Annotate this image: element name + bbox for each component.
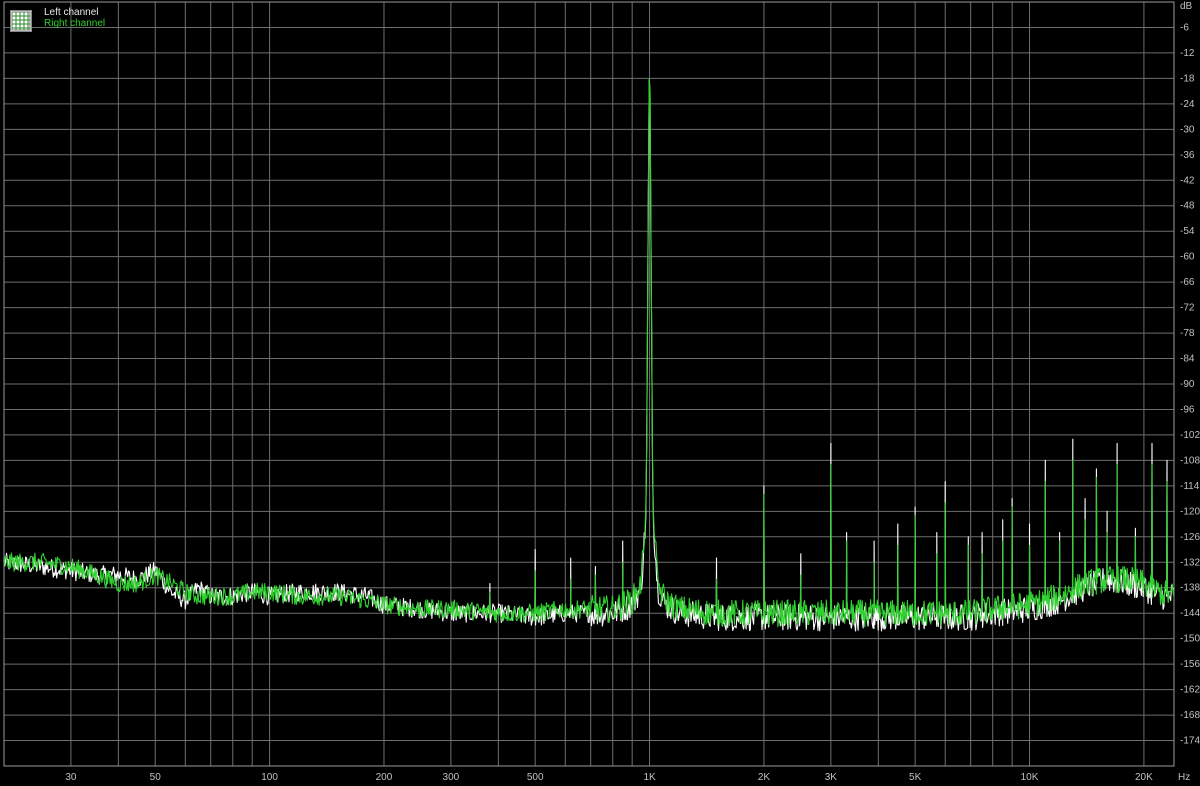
legend-entries: Left channel Right channel xyxy=(44,7,105,29)
x-tick-label: 200 xyxy=(376,772,393,783)
spectrum-chart: -6 -12 -18 -24 -30 -36 -42 -48 -54 -60 -66 -72 -78 -8… xyxy=(0,0,1200,786)
y-tick-label: -54 xyxy=(1180,226,1195,237)
y-tick-label: -108 xyxy=(1180,455,1200,466)
x-tick-label: 10K xyxy=(1021,772,1039,783)
x-tick-label: 2K xyxy=(758,772,771,783)
y-tick-label: -96 xyxy=(1180,404,1195,415)
y-tick-label: -66 xyxy=(1180,277,1195,288)
y-tick-label: -144 xyxy=(1180,608,1200,619)
y-tick-label: -18 xyxy=(1180,73,1195,84)
y-tick-label: -156 xyxy=(1180,659,1200,670)
y-tick-label: -24 xyxy=(1180,99,1195,110)
x-tick-label: 100 xyxy=(261,772,278,783)
y-tick-label: -162 xyxy=(1180,685,1200,696)
y-unit-label: dB xyxy=(1180,1,1193,12)
y-tick-label: -114 xyxy=(1180,481,1200,492)
y-tick-label: -72 xyxy=(1180,303,1195,314)
y-tick-label: -138 xyxy=(1180,583,1200,594)
y-tick-label: -120 xyxy=(1180,506,1200,517)
x-unit-label: Hz xyxy=(1178,772,1190,783)
legend-grid-icon xyxy=(10,10,32,32)
y-tick-label: -42 xyxy=(1180,175,1195,186)
x-tick-label: 30 xyxy=(65,772,77,783)
y-tick-label: -174 xyxy=(1180,736,1200,747)
y-tick-label: -102 xyxy=(1180,430,1200,441)
x-tick-label: 500 xyxy=(527,772,544,783)
y-tick-label: -126 xyxy=(1180,532,1200,543)
y-tick-label: -168 xyxy=(1180,710,1200,721)
x-tick-label: 300 xyxy=(443,772,460,783)
x-tick-label: 1K xyxy=(643,772,656,783)
y-tick-label: -132 xyxy=(1180,557,1200,568)
y-tick-label: -48 xyxy=(1180,201,1195,212)
legend-entry-left: Left channel xyxy=(44,7,99,18)
y-tick-label: -90 xyxy=(1180,379,1195,390)
x-tick-label: 5K xyxy=(909,772,922,783)
y-tick-label: -30 xyxy=(1180,124,1195,135)
y-tick-label: -78 xyxy=(1180,328,1195,339)
x-tick-label: 3K xyxy=(825,772,838,783)
y-tick-label: -36 xyxy=(1180,150,1195,161)
x-tick-label: 50 xyxy=(150,772,162,783)
y-tick-label: -12 xyxy=(1180,48,1195,59)
y-tick-label: -6 xyxy=(1180,22,1189,33)
legend-entry-right: Right channel xyxy=(44,18,106,29)
y-tick-label: -150 xyxy=(1180,634,1200,645)
plot-background xyxy=(0,0,1200,786)
x-tick-label: 20K xyxy=(1135,772,1153,783)
y-tick-label: -60 xyxy=(1180,252,1195,263)
y-tick-label: -84 xyxy=(1180,354,1195,365)
